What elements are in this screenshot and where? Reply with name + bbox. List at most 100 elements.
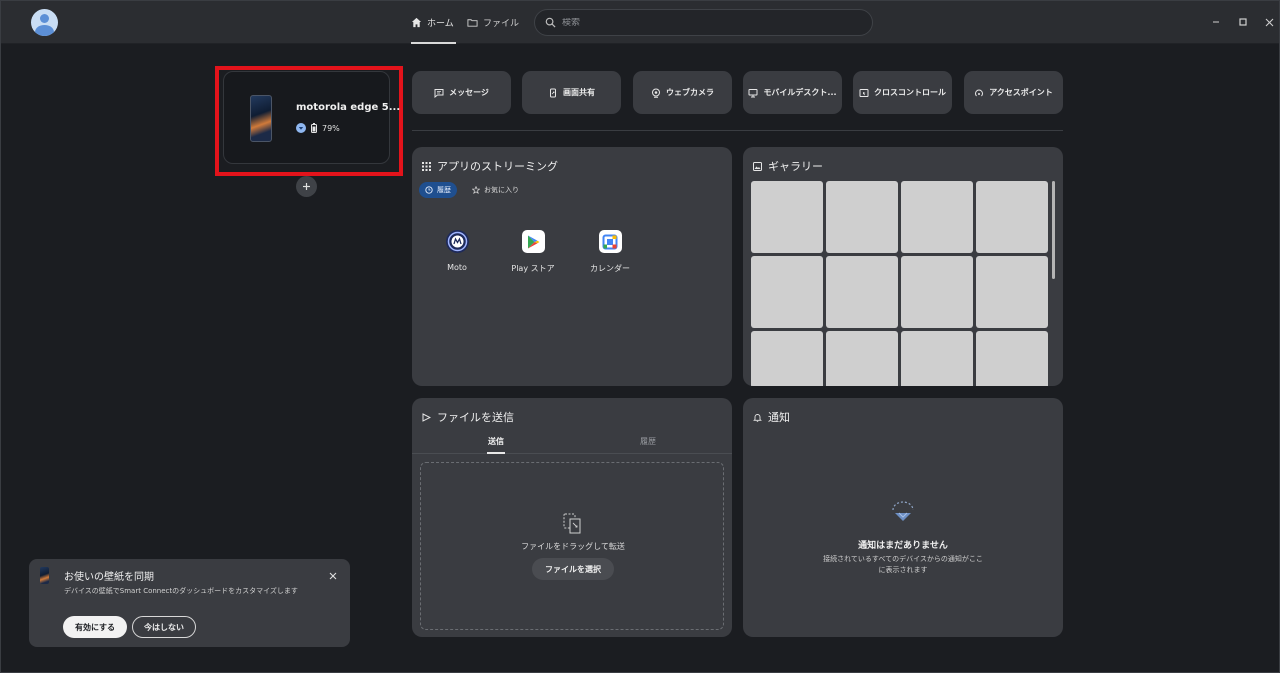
select-file-button[interactable]: ファイルを選択 <box>532 558 614 580</box>
gallery-thumbnail[interactable] <box>976 331 1048 386</box>
monitor-icon <box>748 88 758 97</box>
app-streaming-panel: アプリのストリーミング 履歴 お気に入り Moto Play ストア カレンダー <box>412 147 732 386</box>
image-icon <box>753 161 762 171</box>
toast-title: お使いの壁紙を同期 <box>64 572 154 583</box>
webcam-label: ウェブカメラ <box>666 88 714 97</box>
send-file-tabs: 送信 履歴 <box>412 436 732 454</box>
plus-icon <box>303 183 310 190</box>
toast-body: デバイスの壁紙でSmart Connectのダッシュボードをカスタマイズします <box>64 587 298 595</box>
history-chip[interactable]: 履歴 <box>419 182 457 198</box>
message-label: メッセージ <box>449 88 489 97</box>
webcam-icon <box>652 88 660 98</box>
minimize-button[interactable] <box>1208 14 1224 30</box>
notifications-panel: 通知 通知はまだありません 接続されているすべてのデバイスからの通知がここに表示… <box>743 398 1063 637</box>
app-play-store[interactable]: Play ストア <box>503 230 563 274</box>
divider <box>412 130 1063 131</box>
file-drop-zone[interactable]: ファイルをドラッグして転送 ファイルを選択 <box>420 462 724 630</box>
gallery-scrollbar[interactable] <box>1052 181 1055 279</box>
no-notifications-title: 通知はまだありません <box>858 541 948 551</box>
cross-control-icon <box>859 88 869 97</box>
search-input[interactable] <box>562 17 842 28</box>
search-icon <box>545 17 556 28</box>
gallery-thumbnail[interactable] <box>751 256 823 328</box>
close-button[interactable] <box>1261 14 1277 30</box>
drop-hint: ファイルをドラッグして転送 <box>521 542 625 551</box>
close-icon <box>1265 18 1273 26</box>
play-store-icon <box>521 230 545 253</box>
send-icon <box>422 412 431 422</box>
drag-file-icon <box>563 513 581 534</box>
notifications-title: 通知 <box>768 411 790 424</box>
message-button[interactable]: メッセージ <box>412 71 511 114</box>
mobile-desktop-button[interactable]: モバイルデスクト... <box>743 71 842 114</box>
cross-control-button[interactable]: クロスコントロール <box>853 71 952 114</box>
screen-share-icon <box>550 88 556 97</box>
moto-icon <box>445 230 469 253</box>
bell-icon <box>753 413 762 422</box>
minimize-icon <box>1213 21 1219 23</box>
phone-thumbnail-icon <box>40 567 49 584</box>
gallery-panel: ギャラリー <box>743 147 1063 386</box>
cross-control-label: クロスコントロール <box>874 88 946 97</box>
gallery-thumbnail[interactable] <box>901 181 973 253</box>
app-play-store-label: Play ストア <box>511 264 555 273</box>
calendar-icon <box>598 230 622 253</box>
close-icon <box>329 572 337 580</box>
gallery-thumbnail[interactable] <box>826 331 898 386</box>
favorites-chip-label: お気に入り <box>484 186 519 194</box>
screen-share-button[interactable]: 画面共有 <box>522 71 621 114</box>
send-file-panel: ファイルを送信 送信 履歴 ファイルをドラッグして転送 ファイルを選択 <box>412 398 732 637</box>
battery-icon <box>311 123 317 133</box>
gallery-thumbnail[interactable] <box>826 256 898 328</box>
gallery-title: ギャラリー <box>768 160 823 173</box>
tab-files[interactable]: ファイル <box>467 11 519 33</box>
hotspot-icon <box>975 89 984 96</box>
search-box[interactable] <box>534 9 873 36</box>
title-bar: ホーム ファイル <box>0 0 1280 44</box>
gallery-thumbnail[interactable] <box>901 256 973 328</box>
tab-history[interactable]: 履歴 <box>640 436 656 447</box>
maximize-button[interactable] <box>1235 14 1251 30</box>
app-moto-label: Moto <box>447 263 467 272</box>
phone-image <box>250 95 272 142</box>
enable-button[interactable]: 有効にする <box>63 616 127 638</box>
message-icon <box>434 88 444 98</box>
empty-notification-icon <box>892 501 914 521</box>
gallery-thumbnail[interactable] <box>976 256 1048 328</box>
star-icon <box>472 186 480 194</box>
folder-icon <box>467 18 478 27</box>
gallery-grid <box>751 181 1048 386</box>
grid-icon <box>422 161 431 171</box>
gallery-thumbnail[interactable] <box>826 181 898 253</box>
home-icon <box>411 17 422 27</box>
favorites-chip[interactable]: お気に入り <box>466 182 525 198</box>
hotspot-button[interactable]: アクセスポイント <box>964 71 1063 114</box>
avatar[interactable] <box>31 9 58 36</box>
add-device-button[interactable] <box>296 176 317 197</box>
screen-share-label: 画面共有 <box>563 88 595 97</box>
battery-level: 79% <box>322 123 340 133</box>
gallery-thumbnail[interactable] <box>751 331 823 386</box>
tab-home-label: ホーム <box>427 18 454 29</box>
gallery-thumbnail[interactable] <box>751 181 823 253</box>
webcam-button[interactable]: ウェブカメラ <box>633 71 732 114</box>
not-now-button[interactable]: 今はしない <box>132 616 196 638</box>
clock-icon <box>425 186 433 194</box>
app-calendar[interactable]: カレンダー <box>580 230 640 274</box>
toast-close-button[interactable] <box>326 569 340 583</box>
active-tab-indicator <box>411 42 456 44</box>
tab-send[interactable]: 送信 <box>487 436 505 454</box>
gallery-thumbnail[interactable] <box>901 331 973 386</box>
gallery-thumbnail[interactable] <box>976 181 1048 253</box>
maximize-icon <box>1239 18 1247 26</box>
device-card[interactable]: motorola edge 5... 79% <box>223 71 400 164</box>
tab-home[interactable]: ホーム <box>411 11 454 33</box>
connection-shield-icon <box>296 123 306 133</box>
app-calendar-label: カレンダー <box>590 264 630 273</box>
history-chip-label: 履歴 <box>437 186 451 194</box>
mobile-desktop-label: モバイルデスクト... <box>763 88 837 97</box>
hotspot-label: アクセスポイント <box>989 88 1053 97</box>
no-notifications-body: 接続されているすべてのデバイスからの通知がここに表示されます <box>823 555 983 574</box>
send-file-title: ファイルを送信 <box>437 411 514 424</box>
app-moto[interactable]: Moto <box>427 230 487 272</box>
